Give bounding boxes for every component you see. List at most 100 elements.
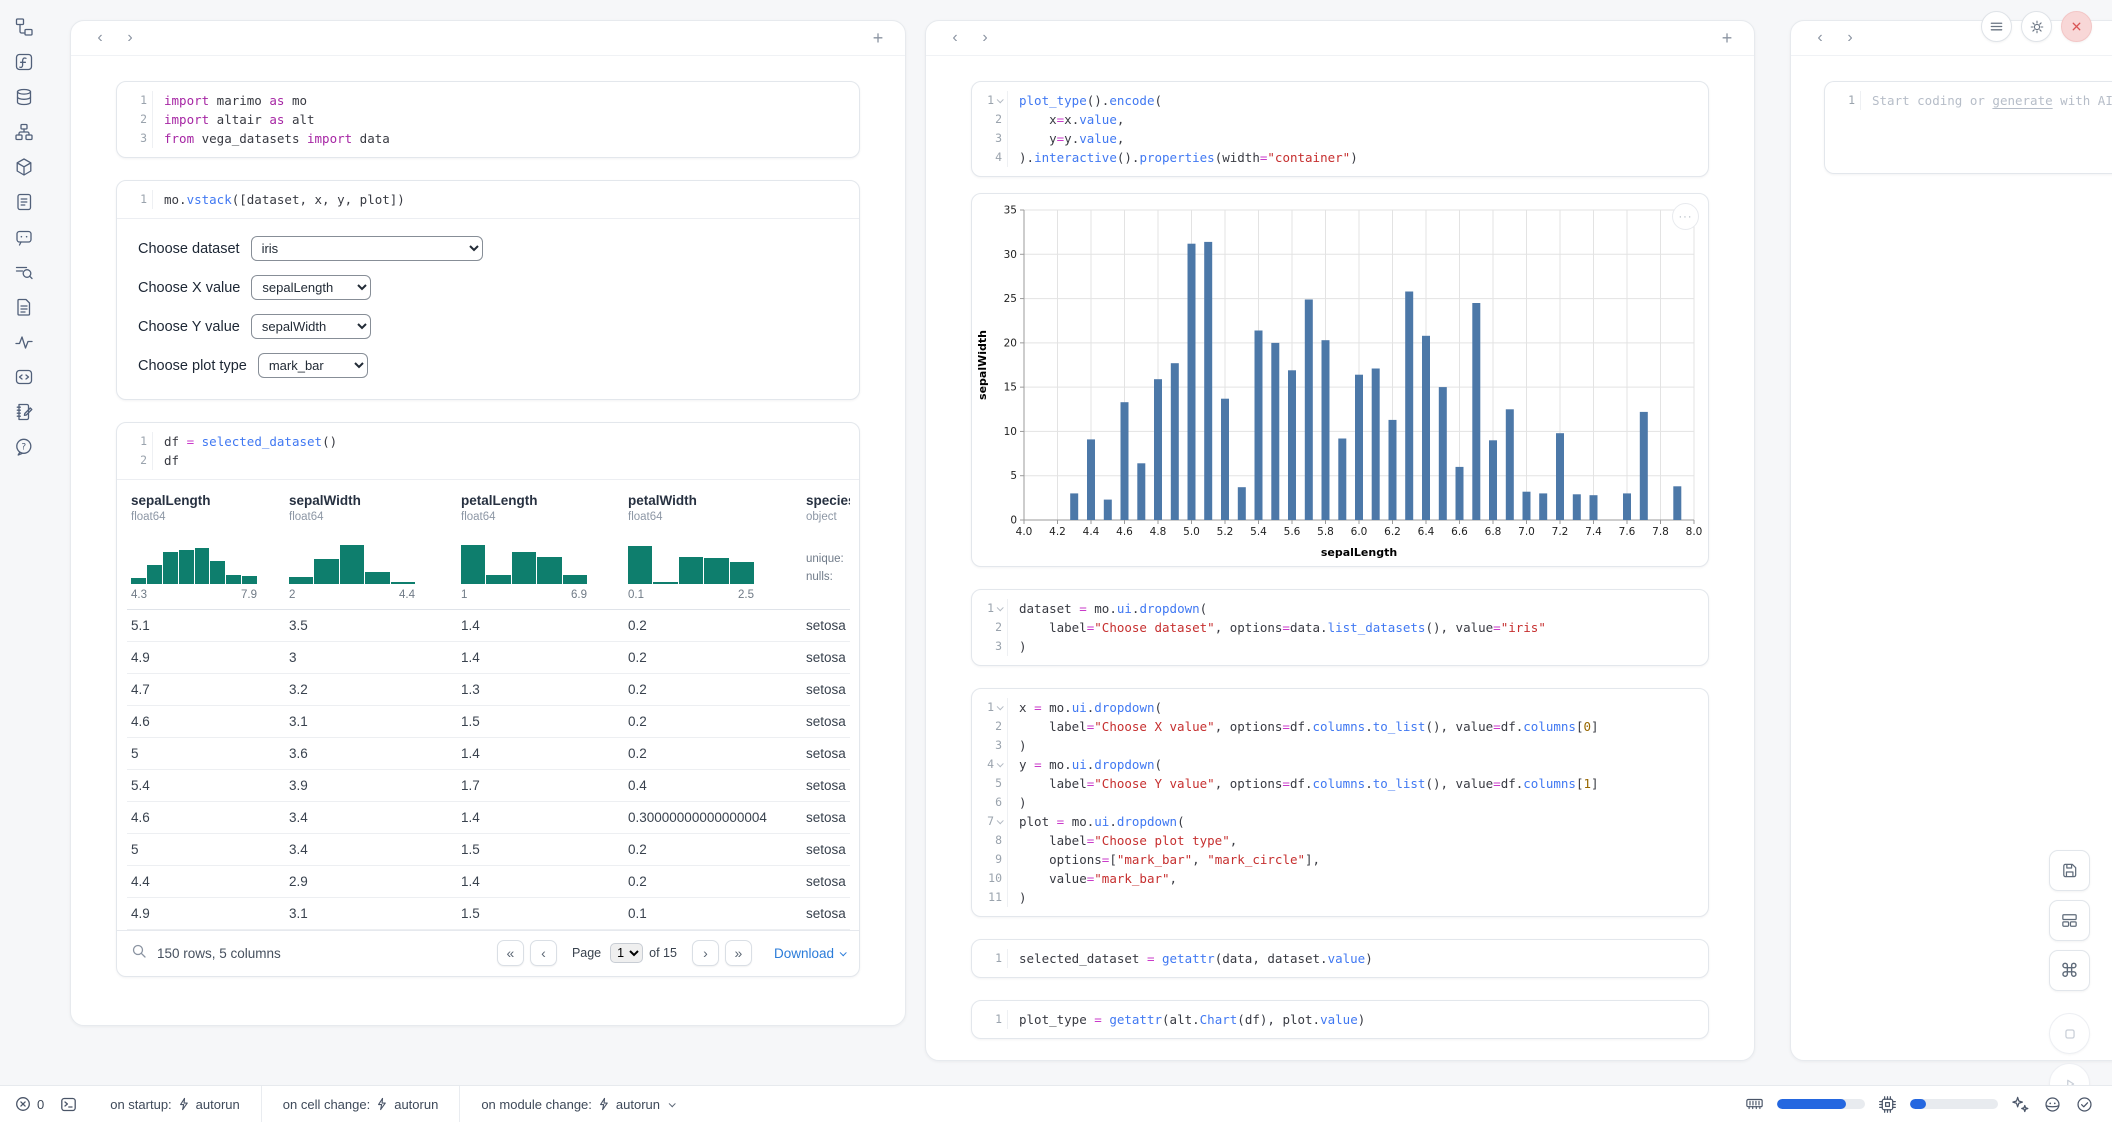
collapse-right-button[interactable]: ‹ [1805, 25, 1835, 51]
selected-dataset-cell-code[interactable]: 1selected_dataset = getattr(data, datase… [972, 940, 1708, 977]
table-row[interactable]: 53.61.40.2setosa [127, 738, 850, 770]
collapse-left-button[interactable]: ‹ [85, 25, 115, 51]
shutdown-button[interactable] [2061, 11, 2092, 42]
table-row[interactable]: 4.931.40.2setosa [127, 642, 850, 674]
choose-y-value-select[interactable]: sepalWidth [251, 314, 371, 339]
histogram-bar [679, 557, 703, 584]
fold-toggle-icon[interactable] [997, 96, 1004, 103]
sidebar-item-snippets[interactable] [9, 363, 39, 390]
table-row[interactable]: 4.93.11.50.1setosa [127, 898, 850, 930]
expand-middle-button[interactable]: › [970, 25, 1000, 51]
layout-button[interactable] [2049, 900, 2090, 941]
code-token: as [269, 112, 284, 127]
sidebar-item-documentation[interactable] [9, 293, 39, 320]
cpu-usage-meter[interactable] [1910, 1099, 1998, 1109]
code-token: , options [1215, 776, 1283, 791]
code-token: = [1079, 601, 1087, 616]
error-indicator[interactable]: 0 [0, 1096, 52, 1112]
add-cell-button-left[interactable]: + [865, 25, 891, 51]
altair-bar-chart[interactable]: 4.04.24.44.64.85.05.25.45.65.86.06.26.46… [972, 194, 1712, 566]
command-icon: ⌘ [2060, 960, 2079, 982]
scratch-placeholder[interactable]: Start coding or generate with AI [1861, 91, 2112, 110]
chart-code-cell[interactable]: 1plot_type().encode(2 x=x.value,3 y=y.va… [971, 81, 1709, 177]
on-module-change-toggle[interactable]: on module change: autorun [460, 1086, 695, 1122]
sidebar-item-outline-search[interactable] [9, 258, 39, 285]
choose-dataset-select[interactable]: iris [251, 236, 483, 261]
table-cell: 1.4 [457, 802, 624, 834]
prev-page-button[interactable]: ‹ [530, 940, 557, 966]
table-row[interactable]: 5.43.91.70.4setosa [127, 770, 850, 802]
copilot-icon[interactable] [2043, 1095, 2062, 1114]
sidebar-item-packages[interactable] [9, 153, 39, 180]
last-page-button[interactable]: » [725, 940, 752, 966]
stop-button[interactable] [2049, 1013, 2090, 1054]
xy-plot-dropdown-cell-code[interactable]: 1x = mo.ui.dropdown(2 label="Choose X va… [972, 689, 1708, 916]
expand-left-button[interactable]: › [115, 25, 145, 51]
ram-usage-meter[interactable] [1777, 1099, 1865, 1109]
plot-type-cell[interactable]: 1plot_type = getattr(alt.Chart(df), plot… [971, 1000, 1709, 1039]
sidebar-item-help[interactable]: ? [9, 433, 39, 460]
choose-plot-type-select[interactable]: mark_bar [258, 353, 368, 378]
table-row[interactable]: 4.63.11.50.2setosa [127, 706, 850, 738]
dataframe-table[interactable]: sepalLengthfloat644.37.9sepalWidthfloat6… [127, 480, 850, 930]
imports-cell[interactable]: 1import marimo as mo2import altair as al… [116, 81, 860, 158]
ai-sparkles-icon[interactable] [2011, 1095, 2030, 1114]
choose-x-value-select[interactable]: sepalLength [251, 275, 371, 300]
table-row[interactable]: 5.13.51.40.2setosa [127, 610, 850, 642]
code-token: ). [1019, 150, 1034, 165]
expand-right-button[interactable]: › [1835, 25, 1865, 51]
line-number: 1 [1825, 91, 1861, 110]
table-row[interactable]: 4.42.91.40.2setosa [127, 866, 850, 898]
fold-toggle-icon[interactable] [997, 817, 1004, 824]
add-cell-button-middle[interactable]: + [1714, 25, 1740, 51]
keyboard-shortcuts-button[interactable]: ⌘ [2049, 950, 2090, 991]
sidebar-item-scratchpad[interactable] [9, 398, 39, 425]
fold-toggle-icon[interactable] [997, 604, 1004, 611]
code-token: df [164, 434, 187, 449]
vstack-cell-code[interactable]: 1mo.vstack([dataset, x, y, plot]) [117, 181, 859, 218]
settings-button[interactable] [2021, 11, 2052, 42]
terminal-button[interactable] [52, 1096, 89, 1113]
on-startup-toggle[interactable]: on startup: autorun [89, 1086, 261, 1122]
collapse-middle-button[interactable]: ‹ [940, 25, 970, 51]
save-button[interactable] [2049, 850, 2090, 891]
chart-actions-button[interactable]: ··· [1672, 203, 1699, 230]
code-token: altair [209, 112, 269, 127]
chart-code-cell-code[interactable]: 1plot_type().encode(2 x=x.value,3 y=y.va… [972, 82, 1708, 176]
page-select[interactable]: 1 [610, 943, 643, 963]
first-page-button[interactable]: « [497, 940, 524, 966]
sidebar-item-dependency-graph[interactable] [9, 118, 39, 145]
dataset-dropdown-cell-code[interactable]: 1dataset = mo.ui.dropdown(2 label="Choos… [972, 590, 1708, 665]
imports-cell-code[interactable]: 1import marimo as mo2import altair as al… [117, 82, 859, 157]
column-range: 0.12.5 [628, 589, 754, 601]
fold-toggle-icon[interactable] [997, 760, 1004, 767]
histogram-bar [147, 565, 162, 584]
selected-dataset-cell[interactable]: 1selected_dataset = getattr(data, datase… [971, 939, 1709, 978]
scratch-cell[interactable]: 1 Start coding or generate with AI [1824, 81, 2112, 174]
df-cell-code[interactable]: 1df = selected_dataset()2df [117, 423, 859, 479]
table-row[interactable]: 53.41.50.2setosa [127, 834, 850, 866]
on-cell-change-toggle[interactable]: on cell change: autorun [262, 1086, 460, 1122]
imports-cell-group: 1import marimo as mo2import altair as al… [116, 81, 860, 158]
generate-link[interactable]: generate [1992, 93, 2052, 108]
download-button[interactable]: Download [774, 946, 845, 961]
df-cell[interactable]: 1df = selected_dataset()2dfsepalLengthfl… [116, 422, 860, 977]
dataset-dropdown-cell[interactable]: 1dataset = mo.ui.dropdown(2 label="Choos… [971, 589, 1709, 666]
next-page-button[interactable]: › [692, 940, 719, 966]
fold-toggle-icon[interactable] [997, 703, 1004, 710]
sidebar-item-tracing[interactable] [9, 328, 39, 355]
xy-plot-dropdown-cell[interactable]: 1x = mo.ui.dropdown(2 label="Choose X va… [971, 688, 1709, 917]
table-row[interactable]: 4.73.21.30.2setosa [127, 674, 850, 706]
sidebar-item-logs[interactable] [9, 188, 39, 215]
search-icon[interactable] [131, 943, 147, 964]
plot-type-cell-code[interactable]: 1plot_type = getattr(alt.Chart(df), plot… [972, 1001, 1708, 1038]
sidebar-item-file-explorer[interactable] [9, 13, 39, 40]
sidebar-item-ai-chat[interactable] [9, 223, 39, 250]
table-row[interactable]: 4.63.41.40.30000000000000004setosa [127, 802, 850, 834]
check-circle-icon[interactable] [2075, 1095, 2094, 1114]
sidebar-item-functions[interactable] [9, 48, 39, 75]
code-token: ( [1155, 700, 1163, 715]
menu-button[interactable] [1981, 11, 2012, 42]
vstack-cell[interactable]: 1mo.vstack([dataset, x, y, plot])Choose … [116, 180, 860, 400]
sidebar-item-datasources[interactable] [9, 83, 39, 110]
